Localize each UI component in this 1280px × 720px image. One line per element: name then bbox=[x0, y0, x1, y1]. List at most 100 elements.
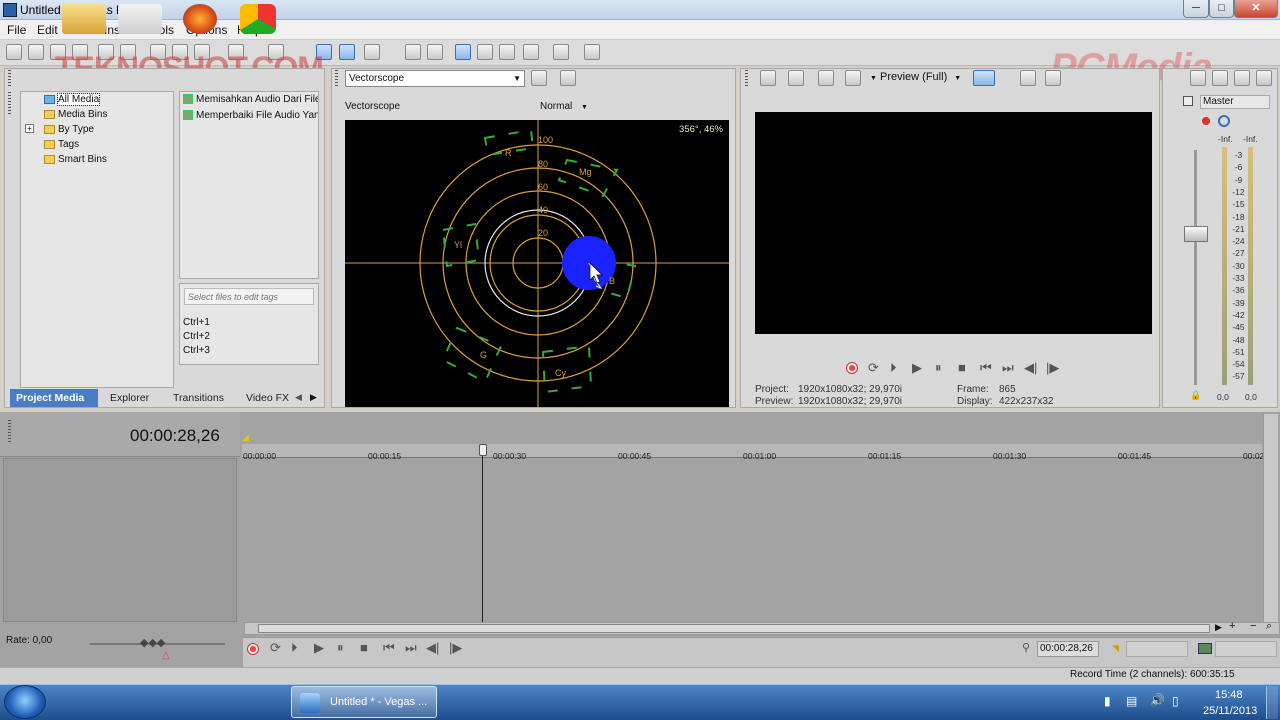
go-to-end-button[interactable]: ⏭ bbox=[1002, 360, 1014, 376]
tab-scroll-left-icon[interactable]: ◀ bbox=[295, 392, 302, 403]
whats-this-help-icon[interactable] bbox=[584, 44, 600, 60]
tree-item-media-bins[interactable]: Media Bins bbox=[44, 109, 107, 120]
tray-device-icon[interactable]: ▮ bbox=[1104, 694, 1111, 708]
start-button[interactable] bbox=[4, 685, 46, 719]
timeline-go-to-start-button[interactable]: ⏮ bbox=[383, 640, 395, 656]
timeline-pause-button[interactable]: ⏸ bbox=[337, 640, 344, 656]
file-explorer-taskbar-icon[interactable] bbox=[62, 4, 106, 34]
selection-start-field[interactable] bbox=[1126, 641, 1188, 657]
envelope-tool-icon[interactable] bbox=[477, 44, 493, 60]
timeline-play-button[interactable]: ▶ bbox=[314, 640, 324, 656]
timeline-record-button[interactable] bbox=[247, 643, 259, 655]
open-icon[interactable] bbox=[28, 44, 44, 60]
playhead-handle[interactable] bbox=[479, 444, 487, 456]
master-checkbox[interactable] bbox=[1183, 96, 1193, 106]
mute-icon[interactable] bbox=[1218, 115, 1230, 127]
go-to-start-button[interactable]: ⏮ bbox=[980, 360, 992, 376]
save-snapshot-icon[interactable] bbox=[1045, 70, 1061, 86]
tray-volume-icon[interactable]: 🔊 bbox=[1150, 693, 1165, 707]
tag-shortcut[interactable]: Ctrl+3 bbox=[183, 345, 210, 356]
record-button[interactable] bbox=[846, 362, 858, 374]
preview-quality-dropdown[interactable]: ▼ Preview (Full) ▼ bbox=[870, 71, 961, 83]
downmix-icon[interactable] bbox=[1212, 70, 1228, 86]
tab-scroll-right-icon[interactable]: ▶ bbox=[310, 392, 317, 403]
panel-grip[interactable] bbox=[745, 70, 748, 86]
cursor-position-field[interactable]: 00:00:28,26 bbox=[1037, 641, 1099, 657]
lock-icon[interactable]: 🔒 bbox=[1190, 390, 1201, 401]
media-file-item[interactable]: Memisahkan Audio Dari File bbox=[196, 94, 318, 105]
zoom-tool-button[interactable]: ⌕ bbox=[1266, 620, 1272, 633]
pause-button[interactable]: ⏸ bbox=[935, 360, 942, 376]
normal-edit-tool-icon[interactable] bbox=[455, 44, 471, 60]
ignore-grouping-icon[interactable] bbox=[405, 44, 421, 60]
show-desktop-button[interactable] bbox=[1266, 686, 1278, 719]
timeline-next-frame-button[interactable]: |▶ bbox=[449, 640, 462, 656]
tag-shortcut[interactable]: Ctrl+2 bbox=[183, 331, 210, 342]
clock-date[interactable]: 25/11/2013 bbox=[1203, 705, 1257, 717]
previous-frame-button[interactable]: ◀| bbox=[1024, 360, 1037, 376]
vegas-taskbar-button[interactable]: Untitled * - Vegas ... bbox=[291, 686, 437, 718]
timeline-loop-button[interactable]: ⟳ bbox=[270, 640, 281, 656]
tree-item-by-type[interactable]: By Type bbox=[44, 124, 94, 135]
close-button[interactable]: ✕ bbox=[1234, 0, 1278, 18]
play-from-start-button[interactable]: ⏵ bbox=[890, 360, 897, 376]
app-taskbar-icon[interactable] bbox=[240, 4, 276, 34]
menu-edit[interactable]: Edit bbox=[37, 23, 58, 37]
media-file-item[interactable]: Memperbaiki File Audio Yan bbox=[196, 110, 318, 121]
external-monitor-icon[interactable] bbox=[788, 70, 804, 86]
tab-project-media[interactable]: Project Media bbox=[10, 389, 98, 407]
minimize-button[interactable]: ─ bbox=[1183, 0, 1209, 18]
timeline-go-to-end-button[interactable]: ⏭ bbox=[405, 640, 417, 656]
tree-item-tags[interactable]: Tags bbox=[44, 139, 79, 150]
zoom-tool-icon[interactable] bbox=[523, 44, 539, 60]
selection-tool-icon[interactable] bbox=[499, 44, 515, 60]
tree-item-all-media[interactable]: All Media bbox=[44, 93, 101, 106]
scope-type-dropdown[interactable]: Vectorscope ▼ bbox=[345, 70, 525, 87]
split-screen-icon[interactable] bbox=[845, 70, 861, 86]
horizontal-scroll-thumb[interactable] bbox=[258, 624, 1210, 633]
tab-video-fx[interactable]: Video FX bbox=[240, 389, 295, 407]
timeline-stop-button[interactable]: ■ bbox=[360, 640, 368, 655]
online-help-icon[interactable] bbox=[553, 44, 569, 60]
mixer-properties-icon[interactable] bbox=[1190, 70, 1206, 86]
play-button[interactable]: ▶ bbox=[912, 360, 922, 376]
volume-fader-handle[interactable] bbox=[1184, 226, 1208, 242]
selection-length-field[interactable] bbox=[1215, 641, 1277, 657]
media-player-taskbar-icon[interactable] bbox=[118, 4, 162, 34]
stop-button[interactable]: ■ bbox=[958, 360, 966, 375]
scope-settings-icon[interactable] bbox=[560, 70, 576, 86]
master-fx-icon[interactable] bbox=[1200, 115, 1212, 127]
preview-properties-icon[interactable] bbox=[760, 70, 776, 86]
video-fx-icon[interactable] bbox=[818, 70, 834, 86]
zoom-in-button[interactable]: + bbox=[1229, 620, 1235, 632]
update-scopes-icon[interactable] bbox=[531, 70, 547, 86]
timeline-prev-frame-button[interactable]: ◀| bbox=[426, 640, 439, 656]
scope-mode[interactable]: Normal ▼ bbox=[540, 101, 588, 112]
zoom-scroll-right[interactable]: ▶ bbox=[1215, 622, 1222, 633]
tray-network-icon[interactable]: ▤ bbox=[1126, 694, 1137, 708]
next-frame-button[interactable]: |▶ bbox=[1046, 360, 1059, 376]
copy-snapshot-icon[interactable] bbox=[1020, 70, 1036, 86]
expand-toggle[interactable]: + bbox=[25, 124, 34, 133]
overlays-icon[interactable] bbox=[973, 70, 995, 86]
maximize-button[interactable]: □ bbox=[1209, 0, 1234, 18]
clock-time[interactable]: 15:48 bbox=[1215, 689, 1243, 701]
tags-input[interactable] bbox=[184, 288, 314, 305]
panel-grip[interactable] bbox=[8, 92, 11, 116]
new-project-icon[interactable] bbox=[6, 44, 22, 60]
lock-envelopes-icon[interactable] bbox=[364, 44, 380, 60]
mixer-menu-icon[interactable] bbox=[1256, 70, 1272, 86]
panel-grip[interactable] bbox=[8, 70, 11, 86]
firefox-taskbar-icon[interactable] bbox=[183, 4, 217, 34]
timeline-play-from-start-button[interactable]: ⏵ bbox=[291, 640, 298, 656]
auto-crossfade-icon[interactable] bbox=[427, 44, 443, 60]
zoom-out-button[interactable]: − bbox=[1250, 620, 1256, 632]
vertical-scrollbar[interactable] bbox=[1263, 414, 1278, 624]
tree-item-smart-bins[interactable]: Smart Bins bbox=[44, 154, 107, 165]
tab-explorer[interactable]: Explorer bbox=[104, 389, 155, 407]
menu-file[interactable]: File bbox=[7, 23, 26, 37]
tag-shortcut[interactable]: Ctrl+1 bbox=[183, 317, 210, 328]
panel-grip[interactable] bbox=[335, 70, 338, 86]
tab-transitions[interactable]: Transitions bbox=[167, 389, 230, 407]
tray-battery-icon[interactable]: ▯ bbox=[1172, 694, 1179, 708]
